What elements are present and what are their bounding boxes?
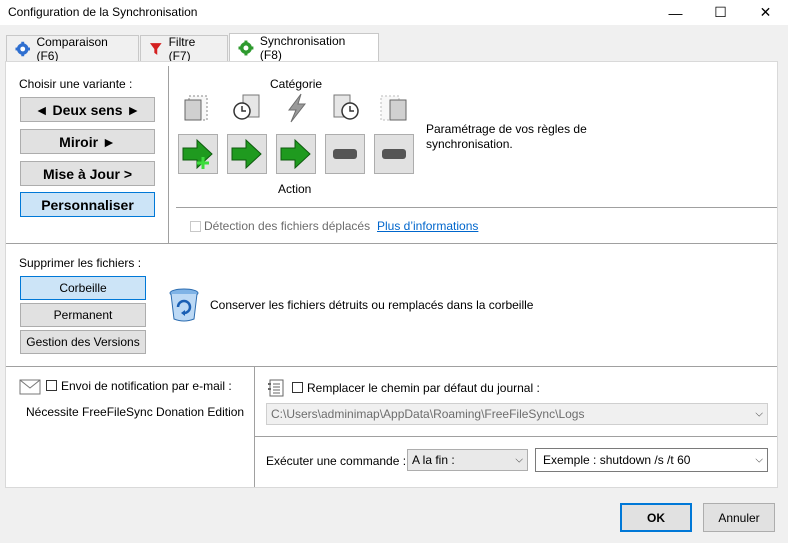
tab-label: Comparaison (F6)	[36, 34, 108, 63]
gear-green-icon	[238, 40, 254, 56]
detect-moved-label: Détection des fichiers déplacés	[204, 219, 371, 233]
right-newer-file-icon	[333, 94, 359, 120]
arrow-right-icon	[280, 138, 311, 170]
donation-edition-note: Nécessite FreeFileSync Donation Edition	[26, 405, 245, 419]
category-label: Catégorie	[270, 77, 323, 91]
divider	[168, 66, 169, 244]
divider	[254, 366, 255, 487]
tab-label: Synchronisation (F8)	[259, 34, 346, 62]
action-update-right-button[interactable]	[227, 134, 267, 174]
minimize-button[interactable]: —	[653, 0, 698, 25]
action-none-button[interactable]	[374, 134, 414, 174]
maximize-button[interactable]: ☐	[698, 0, 743, 25]
recycle-bin-button[interactable]: Corbeille	[20, 276, 146, 300]
divider	[176, 207, 777, 208]
arrow-right-plus-icon	[182, 138, 213, 170]
tab-label: Filtre (F7)	[168, 34, 196, 63]
recycle-bin-description: Conserver les fichiers détruits ou rempl…	[210, 298, 534, 312]
log-path-value: C:\Users\adminimap\AppData\Roaming\FreeF…	[271, 407, 585, 421]
log-path-field: C:\Users\adminimap\AppData\Roaming\FreeF…	[266, 403, 768, 425]
left-only-file-icon	[184, 95, 208, 121]
sync-rules-description: Paramétrage de vos règles de synchronisa…	[426, 122, 587, 151]
chevron-down-icon: ⌵	[515, 454, 523, 466]
variant-two-way-button[interactable]: ◄ Deux sens ►	[20, 97, 155, 122]
action-conflict-button[interactable]	[276, 134, 316, 174]
permanent-button[interactable]: Permanent	[20, 303, 146, 327]
no-action-icon	[382, 149, 406, 159]
envelope-icon	[19, 379, 41, 395]
command-input[interactable]: Exemple : shutdown /s /t 60 ⌵	[535, 448, 768, 472]
command-label: Exécuter une commande :	[266, 454, 407, 468]
tab-filtre[interactable]: Filtre (F7)	[140, 34, 228, 63]
log-path-label: Remplacer le chemin par défaut du journa…	[307, 381, 540, 395]
divider	[255, 436, 777, 437]
log-path-checkbox[interactable]	[292, 382, 303, 393]
action-label: Action	[278, 182, 312, 196]
cancel-button[interactable]: Annuler	[703, 503, 775, 532]
action-none-button[interactable]	[325, 134, 365, 174]
tab-synchronisation[interactable]: Synchronisation (F8)	[229, 33, 379, 62]
right-only-file-icon	[380, 95, 407, 121]
variant-update-button[interactable]: Mise à Jour >	[20, 161, 155, 186]
log-file-icon	[268, 379, 284, 397]
variant-heading: Choisir une variante :	[19, 77, 133, 91]
divider	[6, 243, 777, 244]
conflict-lightning-icon	[288, 93, 307, 123]
funnel-icon	[149, 42, 162, 55]
arrow-right-icon	[231, 138, 262, 170]
ok-button[interactable]: OK	[620, 503, 692, 532]
close-button[interactable]: ✕	[743, 0, 788, 25]
chevron-down-icon: ⌵	[755, 408, 763, 420]
command-timing-value: A la fin :	[412, 453, 455, 467]
command-placeholder: Exemple : shutdown /s /t 60	[543, 453, 691, 467]
variant-mirror-button[interactable]: Miroir ►	[20, 129, 155, 154]
action-create-button[interactable]	[178, 134, 218, 174]
recycle-bin-icon	[169, 288, 199, 322]
variant-custom-button[interactable]: Personnaliser	[20, 192, 155, 217]
gear-blue-icon	[15, 41, 30, 56]
left-newer-file-icon	[233, 94, 260, 120]
versioning-button[interactable]: Gestion des Versions	[20, 330, 146, 354]
email-notification-label: Envoi de notification par e-mail :	[61, 379, 232, 393]
command-timing-select[interactable]: A la fin : ⌵	[407, 449, 528, 471]
tab-comparaison[interactable]: Comparaison (F6)	[6, 34, 139, 63]
no-action-icon	[333, 149, 357, 159]
more-info-link[interactable]: Plus d’informations	[377, 219, 478, 233]
detect-moved-checkbox[interactable]	[190, 221, 201, 232]
title-bar: Configuration de la Synchronisation — ☐ …	[0, 0, 788, 25]
deletion-heading: Supprimer les fichiers :	[19, 256, 142, 270]
chevron-down-icon[interactable]: ⌵	[755, 455, 763, 466]
divider	[6, 366, 777, 367]
email-notification-checkbox[interactable]	[46, 380, 57, 391]
window-title: Configuration de la Synchronisation	[8, 5, 198, 19]
